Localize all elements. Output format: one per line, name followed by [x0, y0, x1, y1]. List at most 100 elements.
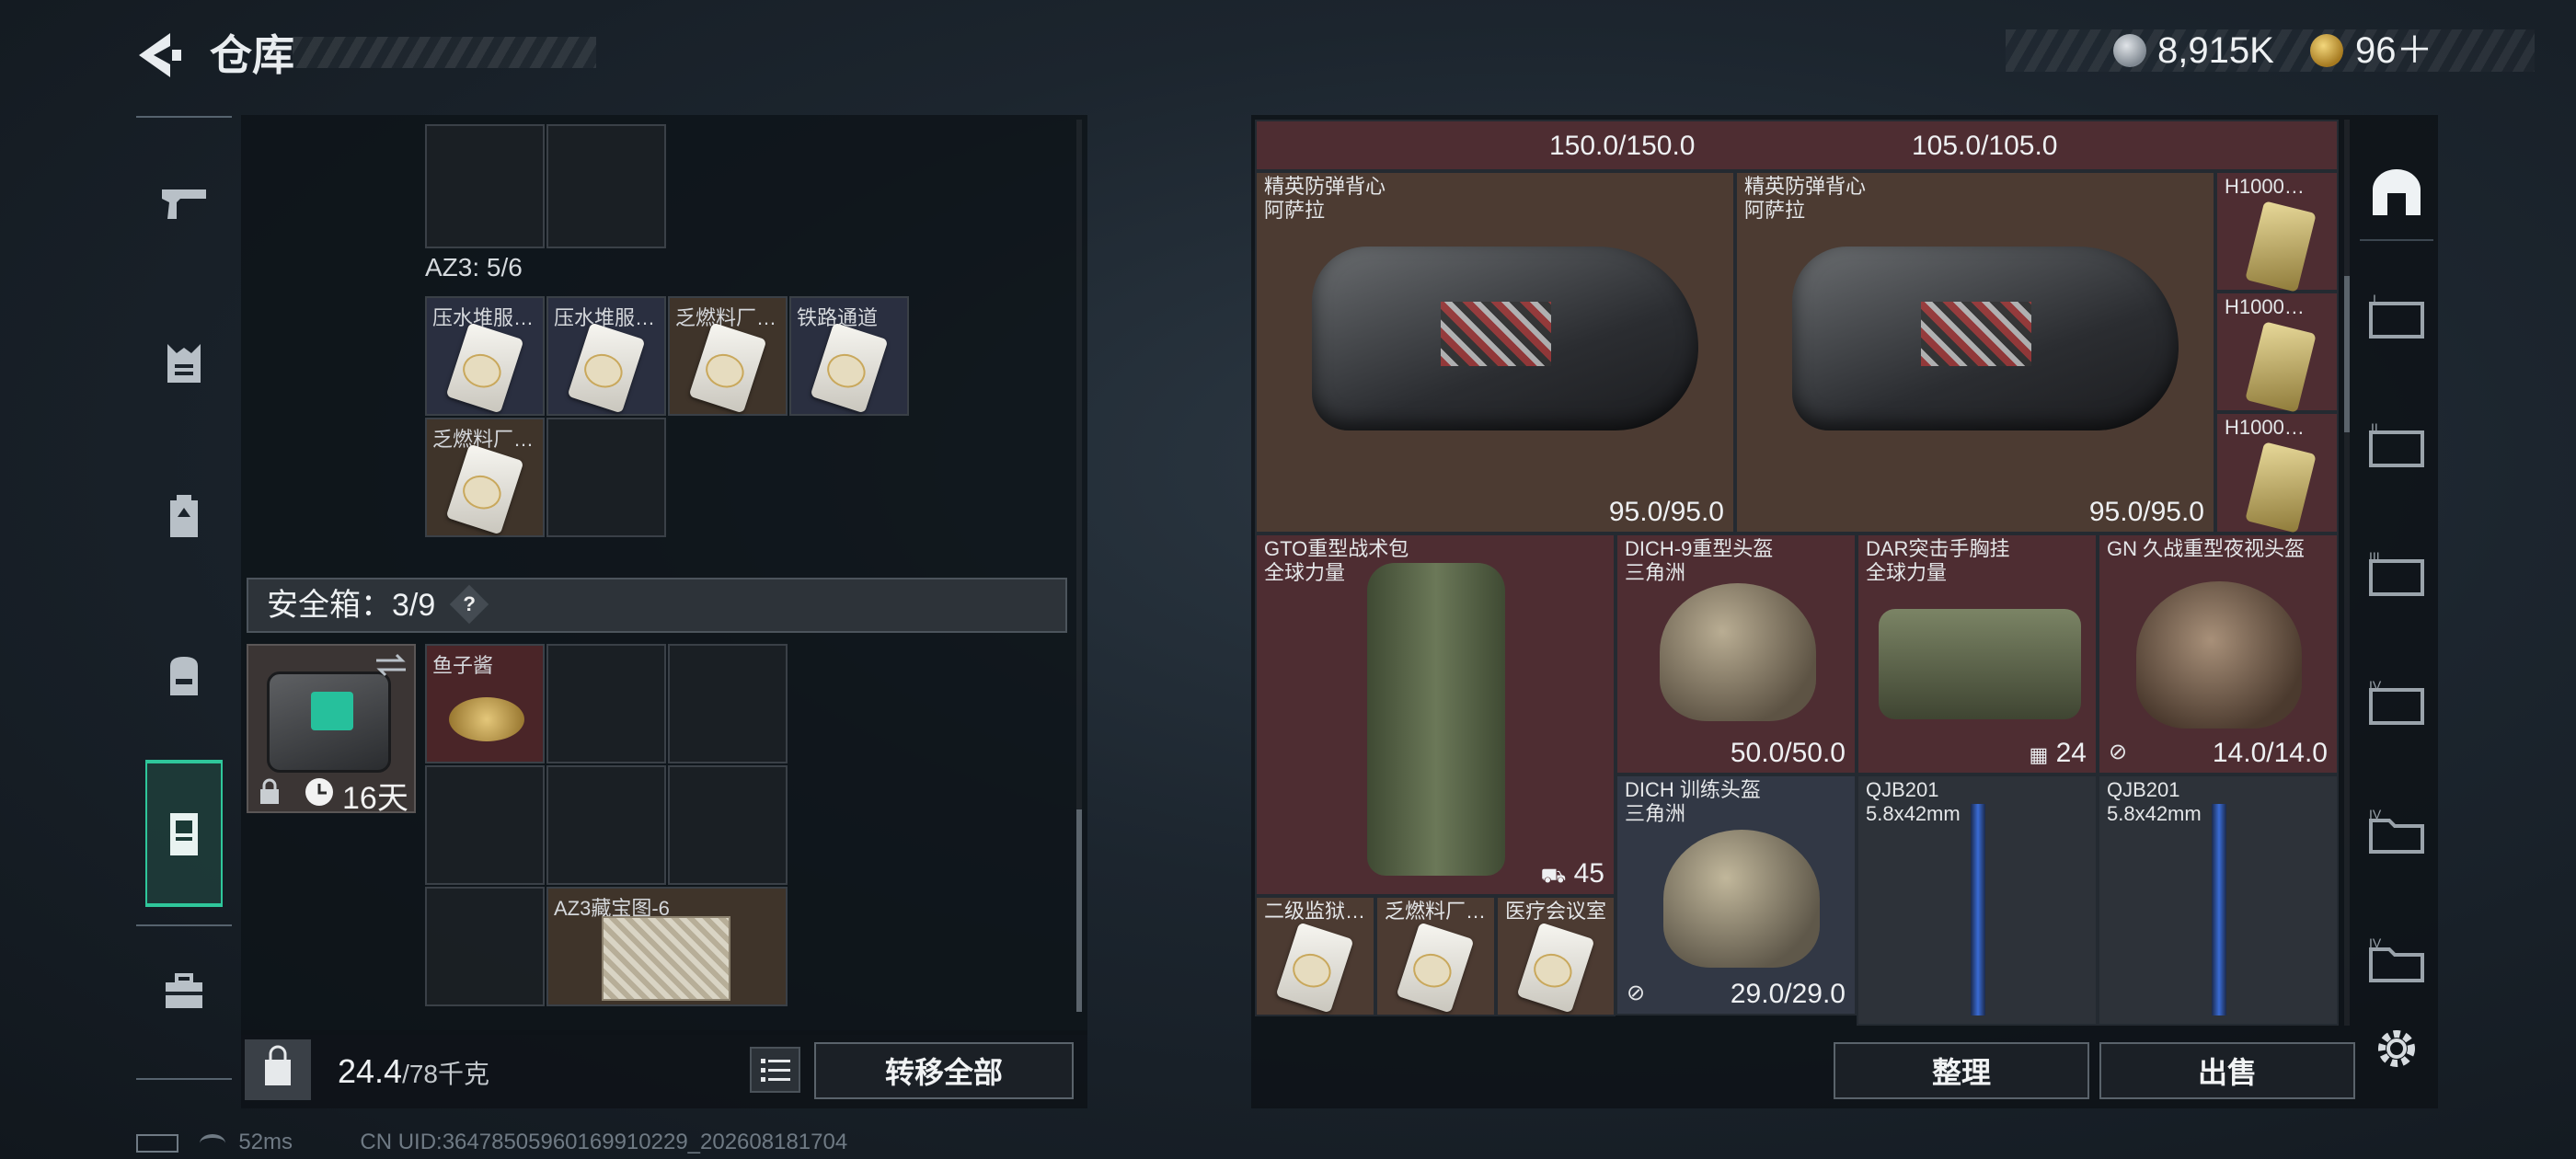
transfer-all-button[interactable]: 转移全部 [814, 1042, 1074, 1099]
backpack-item[interactable]: GTO重型战术包 全球力量 ⛟ 45 [1255, 534, 1616, 896]
page-title: 仓库 [210, 31, 294, 79]
grid-cell[interactable] [668, 765, 788, 885]
key-card-item[interactable]: 压水堆服… [425, 296, 545, 416]
arrange-button[interactable]: 整理 [1834, 1042, 2089, 1099]
gear-icon [2378, 1030, 2415, 1067]
case-tab-1[interactable]: I [2360, 281, 2433, 354]
safe-box-label: 安全箱：3/9 [267, 588, 436, 623]
case-tab-4[interactable]: IV [2360, 667, 2433, 740]
swap-icon[interactable] [373, 651, 409, 679]
nav-backpack[interactable] [147, 639, 221, 713]
key-card-item[interactable]: 乏燃料厂… [1375, 896, 1496, 1016]
heavy-helmet-image [1660, 583, 1816, 721]
stash-grid[interactable]: 150.0/150.0 105.0/105.0 精英防弹背心 阿萨拉 95.0/9… [1255, 120, 2339, 1026]
grid-cell[interactable] [546, 644, 666, 763]
case-tab-5[interactable]: IV [2360, 796, 2433, 869]
list-view-button[interactable] [750, 1047, 800, 1093]
keycard-icon [1396, 922, 1475, 1014]
item-durability: 105.0/105.0 [1912, 131, 2058, 161]
keycard-icon [445, 443, 524, 535]
item-durability: 29.0/29.0 [1730, 979, 1846, 1009]
treasure-map-item[interactable]: AZ3藏宝图-6 [546, 887, 788, 1006]
nav-chest-rig[interactable] [147, 480, 221, 554]
key-card-item[interactable]: 乏燃料厂… [668, 296, 788, 416]
back-button[interactable] [133, 28, 185, 83]
silver-amount: 8,915K [2157, 30, 2274, 71]
container-scroll-thumb[interactable] [1076, 809, 1082, 1012]
top-row-partial[interactable] [1255, 120, 2339, 171]
map-icon [602, 916, 730, 1001]
training-helmet-image [1663, 830, 1820, 968]
caviar-item[interactable]: 鱼子酱 [425, 644, 545, 763]
stash-scroll-thumb[interactable] [2344, 276, 2350, 432]
case-tab-6[interactable]: IV [2360, 924, 2433, 998]
gold-coin-icon [2310, 34, 2343, 67]
grid-cell[interactable] [546, 418, 666, 537]
key-card-item[interactable]: 医疗会议室 [1496, 896, 1616, 1016]
list-icon [760, 1059, 790, 1082]
key-card-item[interactable]: 二级监狱… [1255, 896, 1375, 1016]
uid-readout: CN UID:3647850596016991​0229_20260818170… [360, 1130, 848, 1154]
nav-divider [136, 1078, 232, 1080]
stash-home-tab[interactable] [2360, 155, 2433, 228]
armor-vest-image [1312, 247, 1698, 430]
caviar-tin-icon [449, 697, 524, 741]
briefcase-icon [166, 973, 202, 1008]
grid-cell[interactable] [425, 124, 545, 248]
keycard-icon [445, 322, 524, 414]
weight-readout: 24.4/78千克 [338, 1052, 490, 1090]
vest-item[interactable]: 精英防弹背心 阿萨拉 95.0/95.0 [1255, 171, 1735, 534]
grid-cell[interactable] [546, 765, 666, 885]
case-tab-2[interactable]: II [2360, 409, 2433, 483]
grid-cell[interactable] [425, 765, 545, 885]
grid-cell[interactable] [425, 887, 545, 1006]
status-bar: 52ms CN UID:3647850596016991​0229_202608… [136, 1130, 847, 1155]
keycard-icon [688, 322, 767, 414]
battery-icon [136, 1133, 178, 1153]
container-case-icon: II [2369, 421, 2424, 467]
nav-weapons[interactable] [147, 167, 221, 241]
item-durability: 95.0/95.0 [2088, 497, 2204, 527]
nav-divider [136, 116, 232, 118]
h-card-item[interactable]: H1000… [2215, 171, 2339, 293]
case-tab-3[interactable]: III [2360, 538, 2433, 612]
clock-icon [305, 778, 333, 806]
grid-cell[interactable] [546, 124, 666, 248]
rifle-image [2212, 804, 2226, 1016]
rifle-item[interactable]: QJB201 5.8x42mm [1857, 775, 2098, 1026]
chest-rig-item[interactable]: DAR突击手胸挂 全球力量 ▦ 24 [1857, 534, 2098, 775]
armor-vest-image [1792, 247, 2179, 430]
nav-briefcase[interactable] [147, 955, 221, 1028]
nvg-helmet-item[interactable]: GN 久战重型夜视头盔 ⊘ 14.0/14.0 [2098, 534, 2339, 775]
back-arrow-icon [139, 33, 181, 77]
lock-icon [260, 778, 279, 804]
nvg-helmet-image [2136, 581, 2302, 729]
svg-text:IV: IV [2369, 679, 2382, 693]
item-durability: 95.0/95.0 [1608, 497, 1724, 527]
key-card-item[interactable]: 压水堆服… [546, 296, 666, 416]
keycard-icon [567, 322, 646, 414]
helmet-item[interactable]: DICH-9重型头盔 三角洲 50.0/50.0 [1616, 534, 1857, 775]
nav-storage[interactable] [147, 797, 221, 870]
settings-button[interactable] [2360, 1012, 2433, 1085]
nav-armor[interactable] [147, 327, 221, 400]
weight-icon-box [245, 1039, 311, 1100]
stash-scrollbar[interactable] [2344, 120, 2350, 1026]
gold-amount[interactable]: 96＋ [2355, 28, 2433, 74]
sell-button[interactable]: 出售 [2099, 1042, 2355, 1099]
h-card-item[interactable]: H1000… [2215, 292, 2339, 413]
key-card-item[interactable]: 乏燃料厂… [425, 418, 545, 537]
safe-box-light [311, 692, 353, 730]
training-helmet-item[interactable]: DICH 训练头盔 三角洲 ⊘ 29.0/29.0 [1616, 775, 1857, 1016]
bag-capacity: ⛟ 45 [1540, 858, 1604, 889]
h-card-item[interactable]: H1000… [2215, 412, 2339, 534]
pistol-icon [162, 189, 206, 219]
rifle-item[interactable]: QJB201 5.8x42mm [2098, 775, 2339, 1026]
svg-text:III: III [2369, 550, 2380, 564]
key-card-item[interactable]: 铁路通道 [789, 296, 909, 416]
grid-cell[interactable] [668, 644, 788, 763]
tactical-bag-image [1367, 563, 1505, 876]
svg-text:IV: IV [2369, 936, 2382, 950]
svg-text:IV: IV [2369, 808, 2382, 821]
vest-item[interactable]: 精英防弹背心 阿萨拉 95.0/95.0 [1735, 171, 2215, 534]
